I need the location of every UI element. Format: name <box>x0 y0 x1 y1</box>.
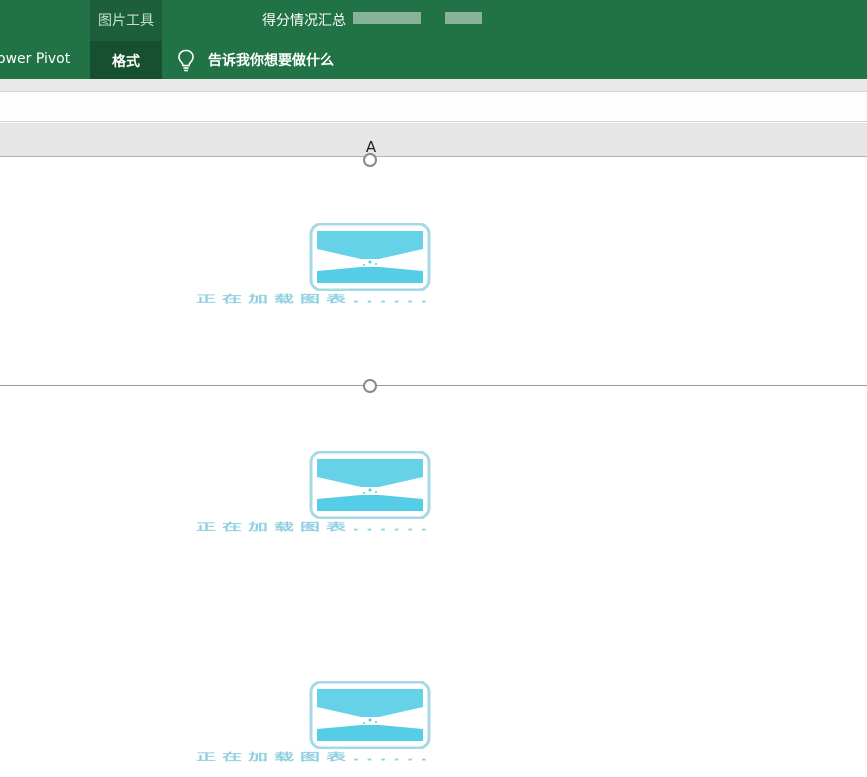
formula-input[interactable] <box>0 92 867 123</box>
column-header-row <box>0 123 867 157</box>
redacted-title-part <box>445 12 482 24</box>
tab-format-label[interactable]: 格式 <box>90 51 162 71</box>
tell-me-box[interactable]: 告诉我你想要做什么 <box>176 47 334 73</box>
picture-tools-label: 图片工具 <box>98 13 154 29</box>
loading-text: 正在加载图表...... <box>196 751 434 763</box>
loading-text: 正在加载图表...... <box>196 521 434 533</box>
chart-loading-placeholder[interactable]: 正在加载图表...... <box>196 223 606 313</box>
ribbon-bottom-strip <box>0 79 867 91</box>
lightbulb-icon <box>178 49 194 72</box>
worksheet-area[interactable]: 正在加载图表...... 正在加载图表...... 正在加载图表...... <box>0 153 867 777</box>
chart-separator <box>0 385 867 386</box>
tell-me-text: 告诉我你想要做什么 <box>208 53 334 69</box>
document-title: 得分情况汇总 <box>262 13 346 29</box>
hourglass-icon <box>309 681 431 749</box>
loading-text: 正在加载图表...... <box>196 293 434 305</box>
hourglass-icon <box>309 223 431 291</box>
tab-power-pivot[interactable]: ower Pivot <box>0 51 70 67</box>
redacted-title-part <box>353 12 421 24</box>
resize-handle-top[interactable] <box>363 153 377 167</box>
chart-loading-placeholder[interactable]: 正在加载图表...... <box>196 681 606 771</box>
formula-bar[interactable] <box>0 91 867 123</box>
resize-handle-middle[interactable] <box>363 379 377 393</box>
hourglass-icon <box>309 451 431 519</box>
chart-loading-placeholder[interactable]: 正在加载图表...... <box>196 451 606 541</box>
